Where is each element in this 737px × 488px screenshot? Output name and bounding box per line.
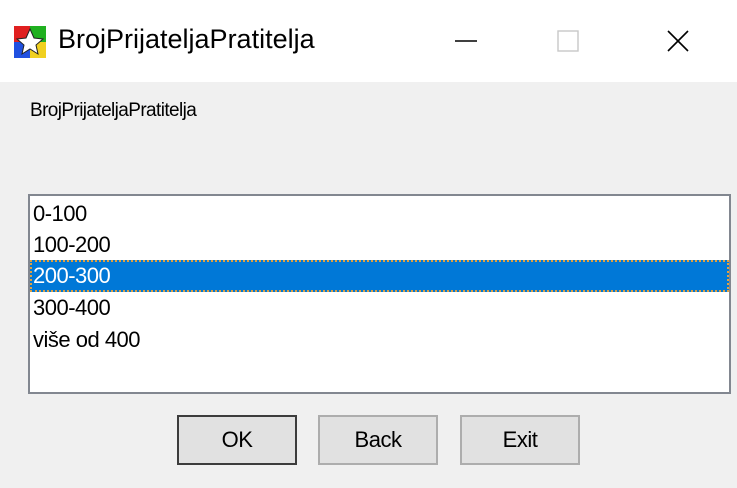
title-bar[interactable]: BrojPrijateljaPratitelja [0, 0, 737, 82]
close-button[interactable] [632, 0, 724, 82]
minimize-button[interactable] [420, 0, 512, 82]
close-icon [667, 30, 689, 52]
maximize-button[interactable] [522, 0, 614, 82]
list-item-vise-od-400[interactable]: više od 400 [30, 324, 729, 356]
minimize-icon [455, 30, 477, 52]
options-listbox[interactable]: 0-100 100-200 200-300 300-400 više od 40… [28, 194, 731, 394]
list-item-200-300[interactable]: 200-300 [30, 260, 729, 292]
exit-button[interactable]: Exit [460, 415, 580, 465]
list-item-100-200[interactable]: 100-200 [30, 229, 729, 261]
back-button[interactable]: Back [318, 415, 438, 465]
ok-button[interactable]: OK [177, 415, 297, 465]
dialog-window: BrojPrijateljaPratitelja BrojPrijateljaP… [0, 0, 737, 488]
app-icon [14, 26, 46, 58]
list-item-0-100[interactable]: 0-100 [30, 198, 729, 230]
list-item-300-400[interactable]: 300-400 [30, 292, 729, 324]
maximize-icon [557, 30, 579, 52]
window-title: BrojPrijateljaPratitelja [58, 24, 315, 54]
dialog-label: BrojPrijateljaPratitelja [30, 100, 197, 121]
